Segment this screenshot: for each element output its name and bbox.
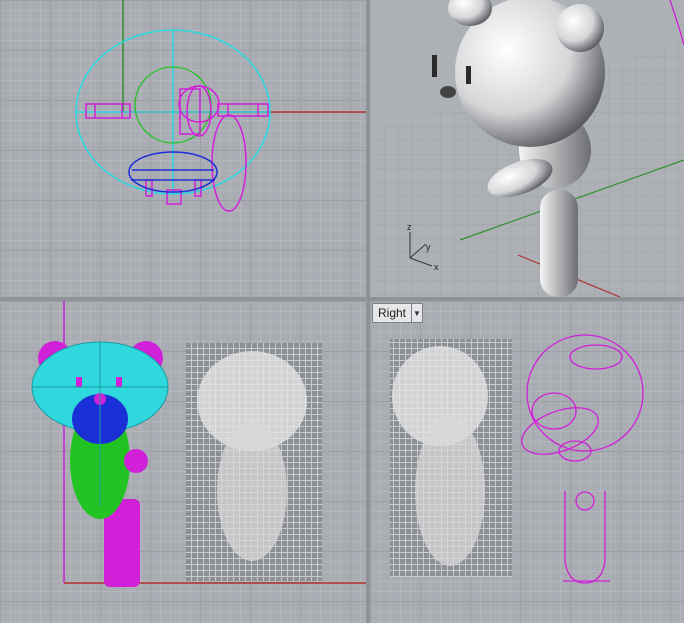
front-view-canvas [31,301,366,587]
bear-ear-shape [556,4,604,52]
reference-bear-body [415,416,485,566]
viewport-perspective[interactable]: z y x [370,0,684,297]
bear-nose-shape [440,86,456,98]
viewport-right[interactable]: Right ▼ [370,301,684,623]
axis-label-y: y [426,242,431,252]
bear-leg-shape [540,190,578,297]
viewport-front[interactable] [0,301,366,623]
top-view-canvas [75,0,366,212]
viewport-top[interactable] [0,0,366,297]
viewport-name-menu[interactable]: Right ▼ [372,303,424,323]
right-view-canvas [390,334,644,584]
hand-shape [124,449,148,473]
perspective-view-canvas: z y x [370,0,684,297]
reference-bear-body [217,421,287,561]
axis-label-x: x [434,262,439,272]
eye-shape [76,377,82,387]
bear-profile-curves [521,334,644,584]
viewport-name-label: Right [378,306,407,320]
curve-fragment [669,0,684,46]
bear-eye-shape [432,55,437,77]
bear-eye-shape [466,66,471,84]
eye-shape [116,377,122,387]
chevron-down-icon[interactable]: ▼ [411,304,422,322]
axis-label-z: z [407,222,412,232]
